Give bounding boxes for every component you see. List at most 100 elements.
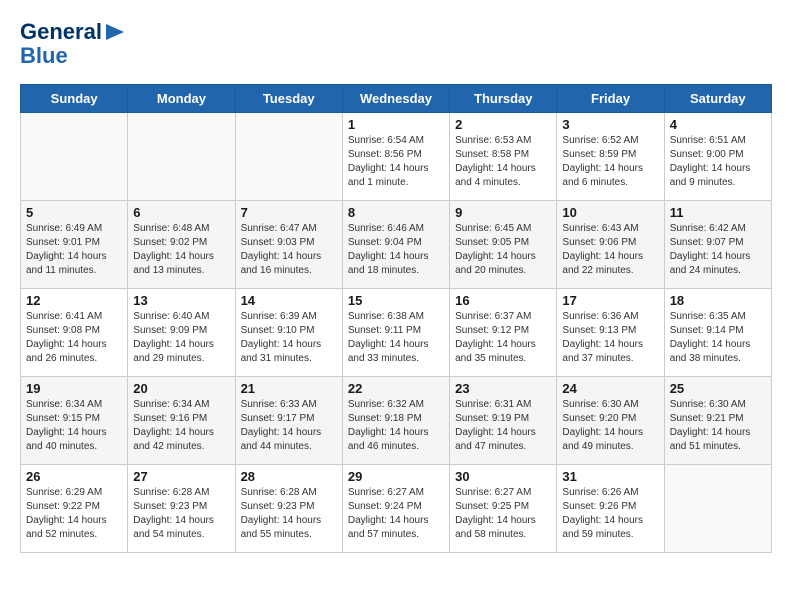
day-number: 6 xyxy=(133,205,229,220)
calendar-cell: 24 Sunrise: 6:30 AMSunset: 9:20 PMDaylig… xyxy=(557,377,664,465)
calendar-cell: 11 Sunrise: 6:42 AMSunset: 9:07 PMDaylig… xyxy=(664,201,771,289)
weekday-header: Wednesday xyxy=(342,85,449,113)
day-info: Sunrise: 6:45 AMSunset: 9:05 PMDaylight:… xyxy=(455,222,551,278)
day-number: 25 xyxy=(670,381,766,396)
weekday-header: Monday xyxy=(128,85,235,113)
weekday-header-row: SundayMondayTuesdayWednesdayThursdayFrid… xyxy=(21,85,772,113)
day-number: 23 xyxy=(455,381,551,396)
day-number: 13 xyxy=(133,293,229,308)
calendar-cell: 12 Sunrise: 6:41 AMSunset: 9:08 PMDaylig… xyxy=(21,289,128,377)
day-info: Sunrise: 6:39 AMSunset: 9:10 PMDaylight:… xyxy=(241,310,337,366)
day-info: Sunrise: 6:37 AMSunset: 9:12 PMDaylight:… xyxy=(455,310,551,366)
calendar-cell: 7 Sunrise: 6:47 AMSunset: 9:03 PMDayligh… xyxy=(235,201,342,289)
day-info: Sunrise: 6:30 AMSunset: 9:20 PMDaylight:… xyxy=(562,398,658,454)
day-info: Sunrise: 6:34 AMSunset: 9:16 PMDaylight:… xyxy=(133,398,229,454)
calendar-cell: 22 Sunrise: 6:32 AMSunset: 9:18 PMDaylig… xyxy=(342,377,449,465)
calendar-cell xyxy=(664,465,771,553)
calendar-cell: 5 Sunrise: 6:49 AMSunset: 9:01 PMDayligh… xyxy=(21,201,128,289)
calendar-cell: 30 Sunrise: 6:27 AMSunset: 9:25 PMDaylig… xyxy=(450,465,557,553)
day-number: 29 xyxy=(348,469,444,484)
day-info: Sunrise: 6:43 AMSunset: 9:06 PMDaylight:… xyxy=(562,222,658,278)
weekday-header: Sunday xyxy=(21,85,128,113)
day-info: Sunrise: 6:34 AMSunset: 9:15 PMDaylight:… xyxy=(26,398,122,454)
calendar-cell: 26 Sunrise: 6:29 AMSunset: 9:22 PMDaylig… xyxy=(21,465,128,553)
calendar-week-row: 12 Sunrise: 6:41 AMSunset: 9:08 PMDaylig… xyxy=(21,289,772,377)
day-number: 16 xyxy=(455,293,551,308)
day-info: Sunrise: 6:53 AMSunset: 8:58 PMDaylight:… xyxy=(455,134,551,190)
weekday-header: Thursday xyxy=(450,85,557,113)
calendar-cell: 8 Sunrise: 6:46 AMSunset: 9:04 PMDayligh… xyxy=(342,201,449,289)
day-number: 19 xyxy=(26,381,122,396)
day-number: 7 xyxy=(241,205,337,220)
calendar-week-row: 5 Sunrise: 6:49 AMSunset: 9:01 PMDayligh… xyxy=(21,201,772,289)
day-number: 4 xyxy=(670,117,766,132)
day-number: 24 xyxy=(562,381,658,396)
day-number: 9 xyxy=(455,205,551,220)
day-number: 27 xyxy=(133,469,229,484)
day-info: Sunrise: 6:41 AMSunset: 9:08 PMDaylight:… xyxy=(26,310,122,366)
day-info: Sunrise: 6:27 AMSunset: 9:24 PMDaylight:… xyxy=(348,486,444,542)
calendar-cell: 2 Sunrise: 6:53 AMSunset: 8:58 PMDayligh… xyxy=(450,113,557,201)
weekday-header: Friday xyxy=(557,85,664,113)
day-number: 2 xyxy=(455,117,551,132)
calendar-cell xyxy=(21,113,128,201)
calendar-cell: 25 Sunrise: 6:30 AMSunset: 9:21 PMDaylig… xyxy=(664,377,771,465)
weekday-header: Saturday xyxy=(664,85,771,113)
day-number: 31 xyxy=(562,469,658,484)
day-info: Sunrise: 6:36 AMSunset: 9:13 PMDaylight:… xyxy=(562,310,658,366)
day-info: Sunrise: 6:48 AMSunset: 9:02 PMDaylight:… xyxy=(133,222,229,278)
calendar-table: SundayMondayTuesdayWednesdayThursdayFrid… xyxy=(20,84,772,553)
calendar-cell: 3 Sunrise: 6:52 AMSunset: 8:59 PMDayligh… xyxy=(557,113,664,201)
day-info: Sunrise: 6:40 AMSunset: 9:09 PMDaylight:… xyxy=(133,310,229,366)
calendar-cell: 14 Sunrise: 6:39 AMSunset: 9:10 PMDaylig… xyxy=(235,289,342,377)
day-info: Sunrise: 6:30 AMSunset: 9:21 PMDaylight:… xyxy=(670,398,766,454)
day-info: Sunrise: 6:38 AMSunset: 9:11 PMDaylight:… xyxy=(348,310,444,366)
calendar-cell: 20 Sunrise: 6:34 AMSunset: 9:16 PMDaylig… xyxy=(128,377,235,465)
logo-text: GeneralBlue xyxy=(20,20,126,68)
day-info: Sunrise: 6:29 AMSunset: 9:22 PMDaylight:… xyxy=(26,486,122,542)
day-info: Sunrise: 6:35 AMSunset: 9:14 PMDaylight:… xyxy=(670,310,766,366)
calendar-week-row: 19 Sunrise: 6:34 AMSunset: 9:15 PMDaylig… xyxy=(21,377,772,465)
day-number: 14 xyxy=(241,293,337,308)
day-number: 11 xyxy=(670,205,766,220)
day-info: Sunrise: 6:31 AMSunset: 9:19 PMDaylight:… xyxy=(455,398,551,454)
calendar-cell: 27 Sunrise: 6:28 AMSunset: 9:23 PMDaylig… xyxy=(128,465,235,553)
calendar-cell: 13 Sunrise: 6:40 AMSunset: 9:09 PMDaylig… xyxy=(128,289,235,377)
calendar-cell: 19 Sunrise: 6:34 AMSunset: 9:15 PMDaylig… xyxy=(21,377,128,465)
day-info: Sunrise: 6:32 AMSunset: 9:18 PMDaylight:… xyxy=(348,398,444,454)
day-info: Sunrise: 6:49 AMSunset: 9:01 PMDaylight:… xyxy=(26,222,122,278)
day-info: Sunrise: 6:46 AMSunset: 9:04 PMDaylight:… xyxy=(348,222,444,278)
day-number: 21 xyxy=(241,381,337,396)
day-info: Sunrise: 6:54 AMSunset: 8:56 PMDaylight:… xyxy=(348,134,444,190)
day-info: Sunrise: 6:52 AMSunset: 8:59 PMDaylight:… xyxy=(562,134,658,190)
day-info: Sunrise: 6:27 AMSunset: 9:25 PMDaylight:… xyxy=(455,486,551,542)
day-number: 30 xyxy=(455,469,551,484)
calendar-cell: 6 Sunrise: 6:48 AMSunset: 9:02 PMDayligh… xyxy=(128,201,235,289)
day-number: 5 xyxy=(26,205,122,220)
day-info: Sunrise: 6:28 AMSunset: 9:23 PMDaylight:… xyxy=(241,486,337,542)
calendar-cell: 28 Sunrise: 6:28 AMSunset: 9:23 PMDaylig… xyxy=(235,465,342,553)
day-number: 17 xyxy=(562,293,658,308)
calendar-cell: 9 Sunrise: 6:45 AMSunset: 9:05 PMDayligh… xyxy=(450,201,557,289)
calendar-cell: 21 Sunrise: 6:33 AMSunset: 9:17 PMDaylig… xyxy=(235,377,342,465)
day-info: Sunrise: 6:51 AMSunset: 9:00 PMDaylight:… xyxy=(670,134,766,190)
day-number: 15 xyxy=(348,293,444,308)
calendar-week-row: 1 Sunrise: 6:54 AMSunset: 8:56 PMDayligh… xyxy=(21,113,772,201)
calendar-cell: 29 Sunrise: 6:27 AMSunset: 9:24 PMDaylig… xyxy=(342,465,449,553)
calendar-cell: 18 Sunrise: 6:35 AMSunset: 9:14 PMDaylig… xyxy=(664,289,771,377)
day-number: 10 xyxy=(562,205,658,220)
calendar-cell xyxy=(235,113,342,201)
calendar-week-row: 26 Sunrise: 6:29 AMSunset: 9:22 PMDaylig… xyxy=(21,465,772,553)
day-number: 8 xyxy=(348,205,444,220)
day-number: 12 xyxy=(26,293,122,308)
day-number: 1 xyxy=(348,117,444,132)
logo: GeneralBlue xyxy=(20,20,126,68)
calendar-cell: 31 Sunrise: 6:26 AMSunset: 9:26 PMDaylig… xyxy=(557,465,664,553)
calendar-cell: 23 Sunrise: 6:31 AMSunset: 9:19 PMDaylig… xyxy=(450,377,557,465)
page-header: GeneralBlue xyxy=(20,20,772,68)
calendar-cell: 1 Sunrise: 6:54 AMSunset: 8:56 PMDayligh… xyxy=(342,113,449,201)
day-info: Sunrise: 6:28 AMSunset: 9:23 PMDaylight:… xyxy=(133,486,229,542)
day-info: Sunrise: 6:33 AMSunset: 9:17 PMDaylight:… xyxy=(241,398,337,454)
day-info: Sunrise: 6:42 AMSunset: 9:07 PMDaylight:… xyxy=(670,222,766,278)
day-number: 18 xyxy=(670,293,766,308)
